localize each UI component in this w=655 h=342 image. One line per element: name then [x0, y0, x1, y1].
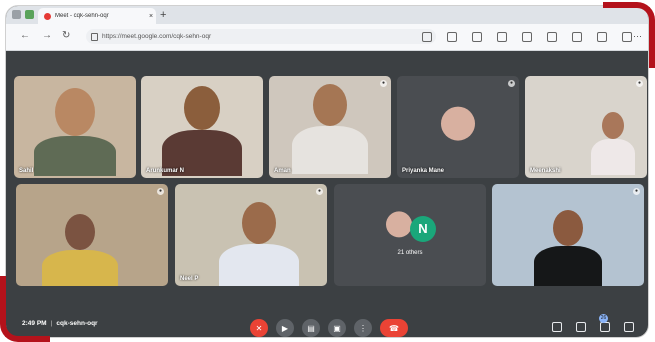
url-text: https://meet.google.com/cqk-sehn-oqr	[102, 33, 212, 40]
favorites-icon[interactable]	[572, 32, 582, 42]
present-button[interactable]: ▣	[328, 319, 346, 337]
info-icon[interactable]	[552, 322, 562, 332]
participant-video	[534, 210, 602, 286]
window-icons	[12, 10, 34, 19]
participant-video	[590, 112, 635, 175]
participant-avatar	[441, 106, 475, 141]
close-tab-icon[interactable]: ×	[146, 13, 156, 20]
participant-tile[interactable]: ● Priyanka Mane	[397, 76, 519, 178]
extension-icon[interactable]	[522, 32, 532, 42]
tab-title: Meet - cqk-sehn-oqr	[55, 13, 109, 19]
participant-name: Sahil	[19, 168, 34, 174]
decorative-corner	[603, 2, 655, 68]
participant-avatar	[386, 211, 413, 238]
more-options-button[interactable]: ⋮	[354, 319, 372, 337]
end-call-button[interactable]: ☎	[380, 319, 408, 337]
mic-muted-icon: ●	[636, 80, 643, 87]
meeting-controls-bar: 2:49 PM | cqk-sehn-oqr ✕ ▶ ▤ ▣ ⋮ ☎ 26	[6, 313, 648, 337]
mic-muted-icon: ●	[380, 80, 387, 87]
participant-tile[interactable]: ● Neel P	[175, 184, 327, 286]
participant-tile[interactable]: ● Aman	[269, 76, 391, 178]
tab-meet[interactable]: Meet - cqk-sehn-oqr ×	[38, 8, 156, 24]
participant-tile[interactable]: ●	[16, 184, 168, 286]
call-controls: ✕ ▶ ▤ ▣ ⋮ ☎	[250, 319, 408, 337]
mic-muted-icon: ●	[157, 188, 164, 195]
participant-tile[interactable]: Arunkumar N	[141, 76, 263, 178]
workspace-icon[interactable]	[12, 10, 21, 19]
url-field[interactable]: https://meet.google.com/cqk-sehn-oqr	[86, 29, 436, 44]
camera-permission-icon[interactable]	[422, 32, 432, 42]
participant-tile[interactable]: N 21 others	[334, 184, 486, 286]
participant-video	[218, 202, 299, 286]
people-count-badge: 26	[599, 314, 608, 323]
participant-name: Arunkumar N	[146, 168, 185, 174]
participant-name: Aman	[274, 168, 291, 174]
participant-video	[292, 84, 368, 174]
reload-icon[interactable]: ↻	[62, 30, 70, 42]
participant-avatar-initial: N	[410, 216, 436, 242]
meeting-code: cqk-sehn-oqr	[56, 320, 98, 327]
app-icon[interactable]	[447, 32, 457, 42]
back-icon[interactable]: ←	[20, 30, 30, 42]
participant-tile[interactable]: ●	[492, 184, 644, 286]
camera-toggle-button[interactable]: ▶	[276, 319, 294, 337]
chat-icon[interactable]	[600, 322, 610, 332]
participant-name: Neel P	[180, 276, 199, 282]
participant-video	[41, 214, 118, 286]
read-aloud-icon[interactable]	[472, 32, 482, 42]
decorative-corner	[0, 276, 50, 342]
tab-actions-icon[interactable]	[25, 10, 34, 19]
lock-icon	[91, 33, 98, 41]
mic-toggle-button[interactable]: ✕	[250, 319, 268, 337]
split-screen-icon[interactable]	[547, 32, 557, 42]
activities-icon[interactable]	[624, 322, 634, 332]
address-bar: ← → ↻ https://meet.google.com/cqk-sehn-o…	[6, 24, 648, 51]
people-icon[interactable]	[576, 322, 586, 332]
forward-icon[interactable]: →	[42, 30, 52, 42]
mic-muted-icon: ●	[508, 80, 515, 87]
participant-name: Priyanka Mane	[402, 168, 445, 174]
toolbar-icons	[422, 32, 632, 42]
others-count: 21 others	[397, 250, 423, 256]
participant-tile[interactable]: Sahil	[14, 76, 136, 178]
participant-video	[162, 86, 242, 176]
side-panel-icons	[552, 322, 634, 332]
browser-window: Meet - cqk-sehn-oqr × + ← → ↻ https://me…	[6, 6, 648, 337]
favorite-icon[interactable]	[497, 32, 507, 42]
participant-name: Meenakshi	[530, 168, 561, 174]
mic-muted-icon: ●	[633, 188, 640, 195]
recording-icon	[44, 12, 51, 20]
participant-video	[34, 88, 116, 176]
participant-tile[interactable]: ● Meenakshi	[525, 76, 647, 178]
new-tab-button[interactable]: +	[160, 9, 166, 21]
captions-button[interactable]: ▤	[302, 319, 320, 337]
mic-muted-icon: ●	[316, 188, 323, 195]
tab-bar: Meet - cqk-sehn-oqr × +	[6, 6, 648, 24]
